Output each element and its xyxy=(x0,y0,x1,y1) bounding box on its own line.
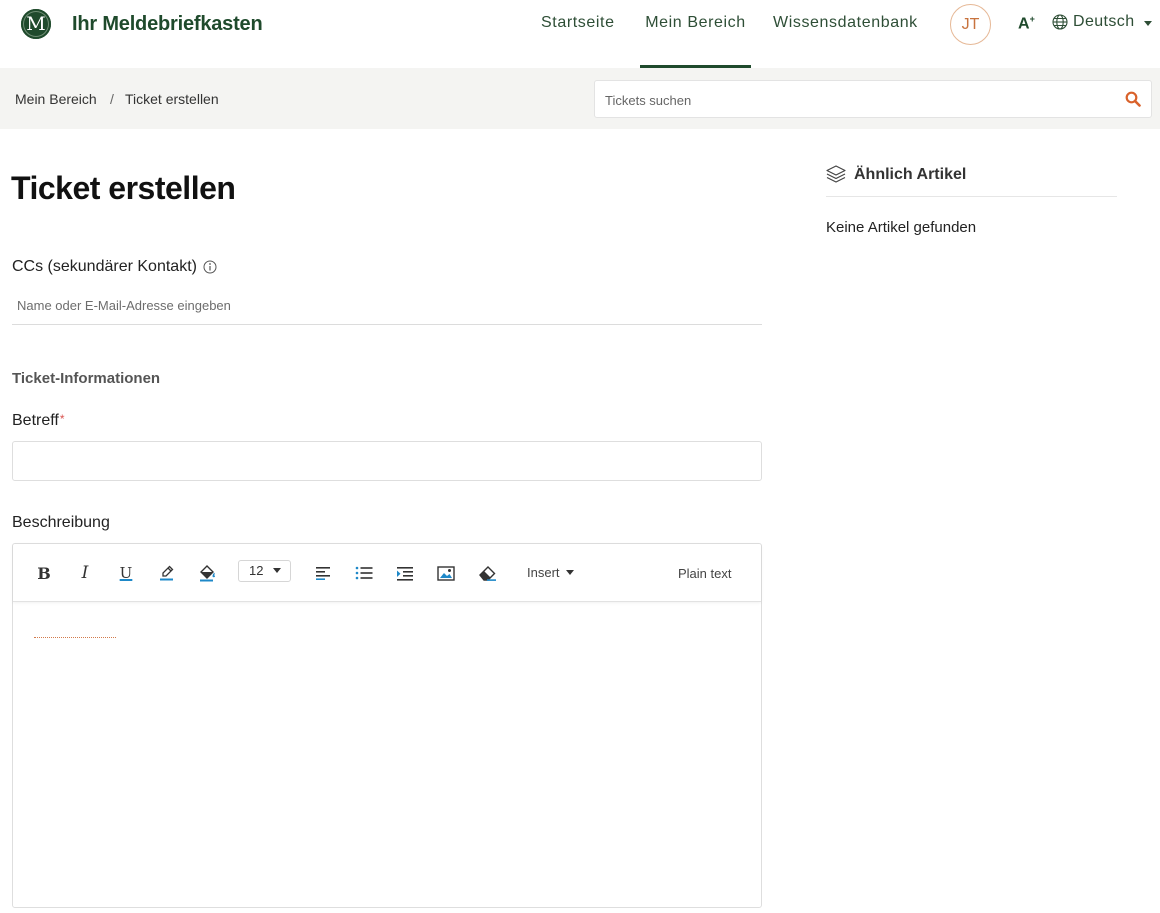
top-header: M Ihr Meldebriefkasten Startseite Mein B… xyxy=(0,0,1160,68)
ticket-info-heading: Ticket-Informationen xyxy=(12,370,161,387)
breadcrumb-mein-bereich[interactable]: Mein Bereich xyxy=(15,91,97,107)
user-avatar[interactable]: JT xyxy=(950,4,991,45)
required-marker: * xyxy=(59,412,65,426)
insert-menu[interactable]: Insert xyxy=(527,565,574,580)
cc-label-text: CCs (sekundärer Kontakt) xyxy=(12,258,197,275)
rich-text-editor: B I U 12 Insert Plain text xyxy=(12,543,762,908)
nav-startseite[interactable]: Startseite xyxy=(541,14,615,68)
align-left-icon xyxy=(315,567,330,580)
bullet-list-icon xyxy=(355,566,373,580)
info-icon[interactable] xyxy=(203,260,217,274)
text-color-button[interactable] xyxy=(156,562,178,584)
layers-icon xyxy=(826,165,846,183)
text-color-icon xyxy=(160,565,174,581)
related-articles-header: Ähnlich Artikel xyxy=(826,164,1117,197)
font-size-value: 12 xyxy=(249,563,264,578)
breadcrumb-bar: Mein Bereich / Ticket erstellen xyxy=(0,68,1160,129)
editor-content-area[interactable] xyxy=(13,603,761,907)
bullet-list-button[interactable] xyxy=(353,562,375,584)
font-size-select[interactable]: 12 xyxy=(238,560,291,582)
avatar-initials: JT xyxy=(961,15,980,33)
cc-field-label: CCs (sekundärer Kontakt) xyxy=(12,258,217,276)
breadcrumb-current: Ticket erstellen xyxy=(125,91,219,107)
chevron-down-icon xyxy=(565,570,574,576)
breadcrumb-separator: / xyxy=(110,91,114,107)
chevron-down-icon xyxy=(273,568,281,573)
insert-label: Insert xyxy=(527,565,560,580)
globe-icon xyxy=(1052,14,1068,30)
subject-label: Betreff* xyxy=(12,412,65,430)
italic-button[interactable]: I xyxy=(74,562,96,584)
eraser-icon xyxy=(478,566,496,581)
plain-text-toggle[interactable]: Plain text xyxy=(678,566,731,581)
no-articles-text: Keine Artikel gefunden xyxy=(826,219,977,236)
ticket-search-input[interactable] xyxy=(605,90,1105,110)
search-icon[interactable] xyxy=(1125,91,1141,107)
clear-formatting-button[interactable] xyxy=(476,562,498,584)
insert-image-button[interactable] xyxy=(435,562,457,584)
subject-label-text: Betreff xyxy=(12,412,59,429)
language-label: Deutsch xyxy=(1073,13,1135,30)
cc-contact-input[interactable] xyxy=(12,286,762,325)
bold-button[interactable]: B xyxy=(33,562,55,584)
subject-input[interactable] xyxy=(12,441,762,481)
underline-button[interactable]: U xyxy=(115,562,137,584)
font-size-plus: + xyxy=(1029,14,1035,24)
chevron-down-icon xyxy=(1143,20,1152,26)
page-title: Ticket erstellen xyxy=(11,170,236,206)
font-size-label: A xyxy=(1018,15,1030,33)
font-size-toggle[interactable]: A+ xyxy=(1018,14,1035,33)
paint-bucket-icon xyxy=(200,565,215,582)
brand-name[interactable]: Ihr Meldebriefkasten xyxy=(72,13,263,36)
background-color-button[interactable] xyxy=(197,562,219,584)
ticket-search-box xyxy=(594,80,1152,118)
brand-logo[interactable]: M xyxy=(21,9,51,39)
description-label: Beschreibung xyxy=(12,514,110,531)
editor-toolbar: B I U 12 Insert Plain text xyxy=(13,544,761,602)
align-left-button[interactable] xyxy=(312,562,334,584)
related-articles-title: Ähnlich Artikel xyxy=(854,166,967,183)
nav-mein-bereich[interactable]: Mein Bereich xyxy=(640,14,751,68)
indent-icon xyxy=(397,566,413,581)
image-icon xyxy=(437,565,455,581)
logo-letter: M xyxy=(26,13,46,35)
nav-wissensdatenbank[interactable]: Wissensdatenbank xyxy=(773,14,918,68)
language-selector[interactable]: Deutsch xyxy=(1052,13,1152,31)
spellcheck-marker xyxy=(34,637,116,638)
indent-button[interactable] xyxy=(394,562,416,584)
